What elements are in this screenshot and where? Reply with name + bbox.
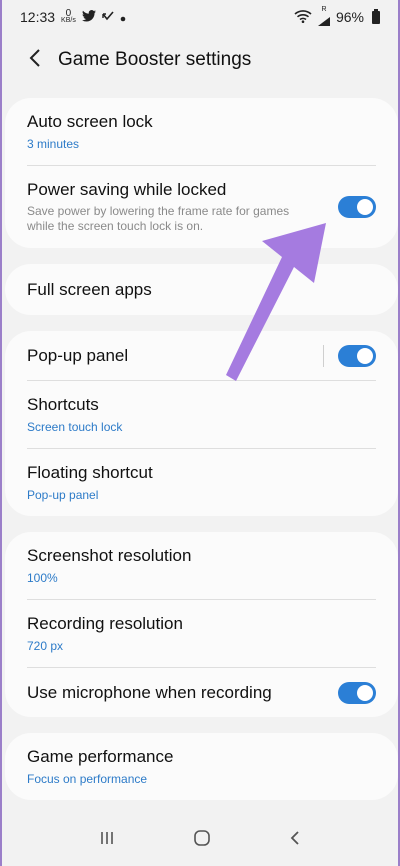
recents-icon [99,831,115,850]
nav-back-icon [289,830,301,850]
power-saving-row[interactable]: Power saving while locked Save power by … [5,166,398,248]
recording-resolution-row[interactable]: Recording resolution 720 px [5,600,398,667]
popup-panel-label: Pop-up panel [27,345,129,365]
page-title: Game Booster settings [58,49,252,70]
home-button[interactable] [193,829,211,852]
floating-shortcut-value: Pop-up panel [27,488,99,502]
roaming-label: R [321,5,327,13]
lock-settings-card: Auto screen lock 3 minutes Power saving … [5,98,398,248]
apps-card: Full screen apps [5,264,398,315]
status-left: 12:33 0 KB/s [20,9,126,25]
screenshot-resolution-value: 100% [27,571,58,585]
floating-shortcut-label: Floating shortcut [27,463,153,482]
wifi-icon [294,9,312,26]
status-time: 12:33 [20,9,56,25]
auto-screen-lock-row[interactable]: Auto screen lock 3 minutes [5,98,398,165]
power-saving-description: Save power by lowering the frame rate fo… [27,204,290,233]
battery-icon [372,8,380,24]
floating-shortcut-row[interactable]: Floating shortcut Pop-up panel [5,449,398,516]
use-microphone-label: Use microphone when recording [27,682,272,702]
cell-signal-icon [317,13,330,29]
toggle-knob [357,684,373,701]
nav-back-button[interactable] [289,830,301,851]
app-header: Game Booster settings [0,38,400,82]
recording-settings-card: Screenshot resolution 100% Recording res… [5,532,398,717]
recording-resolution-label: Recording resolution [27,614,183,633]
game-performance-label: Game performance [27,747,174,766]
net-speed-indicator: 0 KB/s [61,8,76,25]
battery-percent: 96% [335,9,364,25]
screenshot-resolution-label: Screenshot resolution [27,546,192,565]
auto-screen-lock-value: 3 minutes [27,137,80,151]
use-microphone-row[interactable]: Use microphone when recording [5,668,398,717]
shortcuts-label: Shortcuts [27,395,99,414]
shortcuts-row[interactable]: Shortcuts Screen touch lock [5,381,398,448]
game-performance-row[interactable]: Game performance Focus on performance [5,733,398,800]
home-icon [193,829,211,851]
toggle-knob [357,347,373,364]
status-bar: 12:33 0 KB/s R 96% [0,0,400,34]
net-speed-value: 0 [65,8,72,19]
game-performance-value: Focus on performance [27,772,148,786]
popup-panel-toggle[interactable] [338,344,376,367]
toggle-knob [357,199,373,215]
power-saving-label: Power saving while locked [27,180,227,199]
back-arrow-icon [29,48,41,72]
notification-dot-icon [120,9,126,25]
shortcuts-value: Screen touch lock [27,420,123,434]
recording-resolution-value: 720 px [27,639,64,653]
panel-settings-card: Pop-up panel Shortcuts Screen touch lock… [5,331,398,516]
popup-panel-row[interactable]: Pop-up panel [5,331,398,380]
twitter-icon [81,9,96,25]
recents-button[interactable] [99,830,115,851]
screenshot-resolution-row[interactable]: Screenshot resolution 100% [5,532,398,599]
full-screen-apps-label: Full screen apps [27,279,152,299]
system-nav-bar [0,814,400,866]
power-saving-toggle[interactable] [338,196,376,218]
status-right: R 96% [294,6,380,29]
full-screen-apps-row[interactable]: Full screen apps [5,264,398,315]
use-microphone-toggle[interactable] [338,681,376,704]
net-speed-unit: KB/s [61,17,76,24]
missed-call-icon [102,9,114,25]
performance-card: Game performance Focus on performance [5,733,398,800]
back-button[interactable] [22,47,48,73]
auto-screen-lock-label: Auto screen lock [27,112,153,131]
vertical-divider [323,344,324,367]
cell-signal-group: R [317,5,330,29]
